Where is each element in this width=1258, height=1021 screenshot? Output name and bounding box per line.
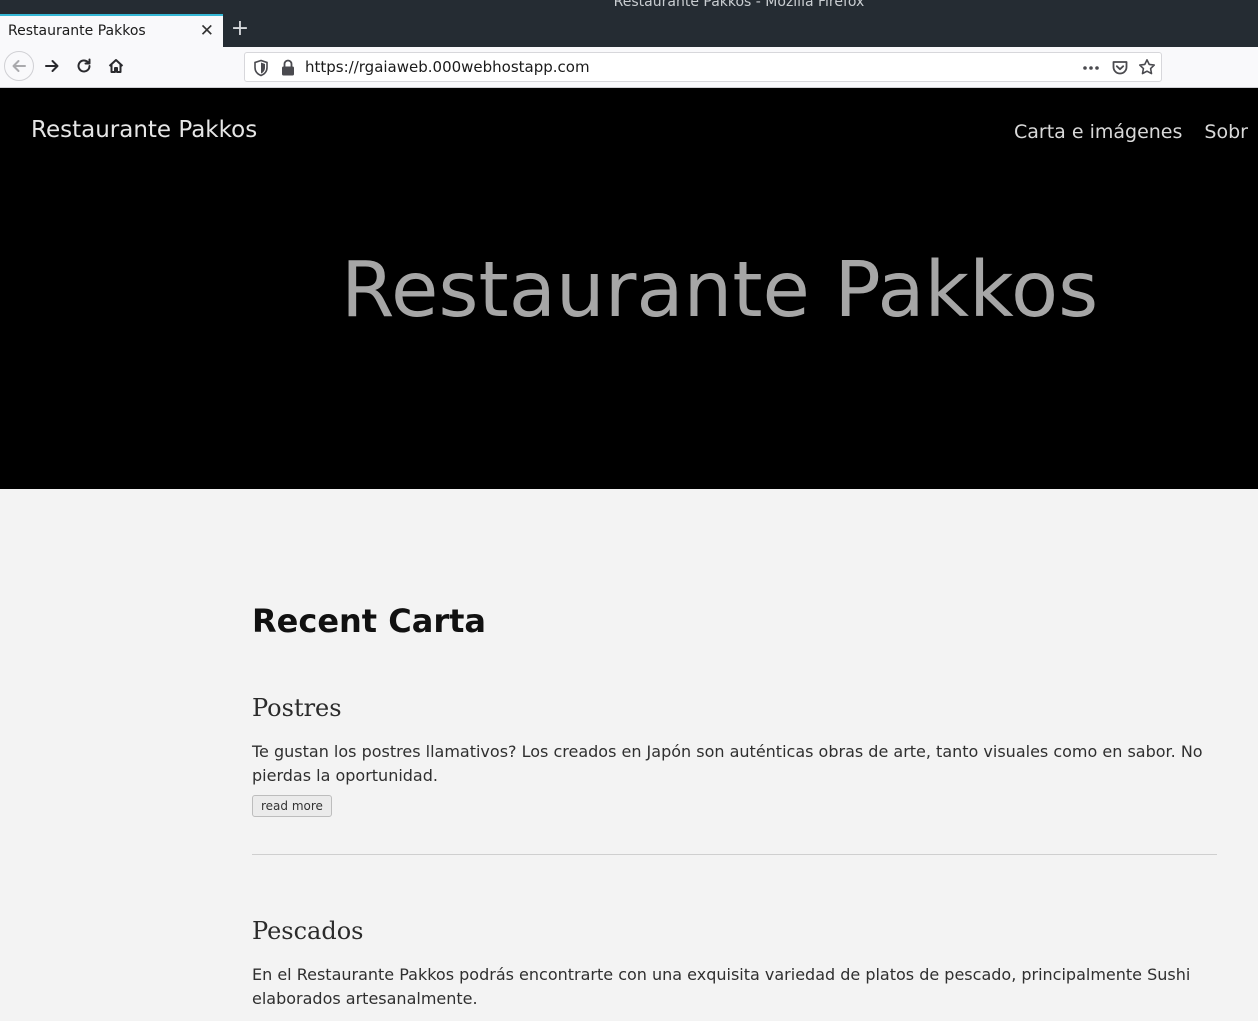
post-title[interactable]: Pescados bbox=[252, 916, 1217, 946]
hero-title: Restaurante Pakkos bbox=[341, 246, 1099, 335]
browser-tab[interactable]: Restaurante Pakkos ✕ bbox=[0, 14, 223, 47]
reload-button[interactable] bbox=[69, 51, 99, 81]
forward-arrow-icon bbox=[45, 60, 59, 72]
home-icon bbox=[108, 59, 124, 73]
post-divider bbox=[252, 854, 1217, 855]
url-text[interactable]: https://rgaiaweb.000webhostapp.com bbox=[305, 58, 590, 76]
tab-title: Restaurante Pakkos bbox=[8, 23, 146, 39]
site-header: Restaurante Pakkos Carta e imágenes Sobr… bbox=[0, 88, 1258, 489]
site-nav: Carta e imágenes Sobr bbox=[1014, 121, 1248, 143]
reload-icon bbox=[77, 58, 91, 73]
pocket-icon[interactable] bbox=[1111, 59, 1129, 77]
more-icon[interactable] bbox=[1081, 59, 1101, 77]
read-more-button[interactable]: read more bbox=[252, 795, 332, 817]
window-title: Restaurante Pakkos - Mozilla Firefox bbox=[613, 0, 865, 10]
forward-button[interactable] bbox=[37, 51, 67, 81]
nav-link-carta[interactable]: Carta e imágenes bbox=[1014, 121, 1182, 143]
site-brand-link[interactable]: Restaurante Pakkos bbox=[31, 117, 257, 143]
post-title[interactable]: Postres bbox=[252, 693, 1217, 723]
new-tab-button[interactable]: + bbox=[229, 17, 251, 41]
post-excerpt: Te gustan los postres llamativos? Los cr… bbox=[252, 742, 1203, 785]
post-excerpt: En el Restaurante Pakkos podrás encontra… bbox=[252, 965, 1191, 1008]
browser-toolbar: https://rgaiaweb.000webhostapp.com bbox=[0, 47, 1258, 88]
home-button[interactable] bbox=[101, 51, 131, 81]
window-titlebar: Restaurante Pakkos - Mozilla Firefox Res… bbox=[0, 0, 1258, 47]
back-button[interactable] bbox=[4, 51, 34, 81]
post-card: Postres Te gustan los postres llamativos… bbox=[252, 693, 1217, 817]
post-card: Pescados En el Restaurante Pakkos podrás… bbox=[252, 916, 1217, 1011]
back-arrow-icon bbox=[12, 60, 26, 72]
nav-link-sobre[interactable]: Sobr bbox=[1204, 121, 1248, 143]
star-icon[interactable] bbox=[1138, 58, 1156, 76]
shield-icon[interactable] bbox=[253, 59, 269, 77]
lock-icon[interactable] bbox=[281, 59, 295, 77]
url-bar[interactable]: https://rgaiaweb.000webhostapp.com bbox=[244, 52, 1162, 82]
section-title: Recent Carta bbox=[252, 602, 486, 640]
tab-close-icon[interactable]: ✕ bbox=[200, 21, 214, 41]
